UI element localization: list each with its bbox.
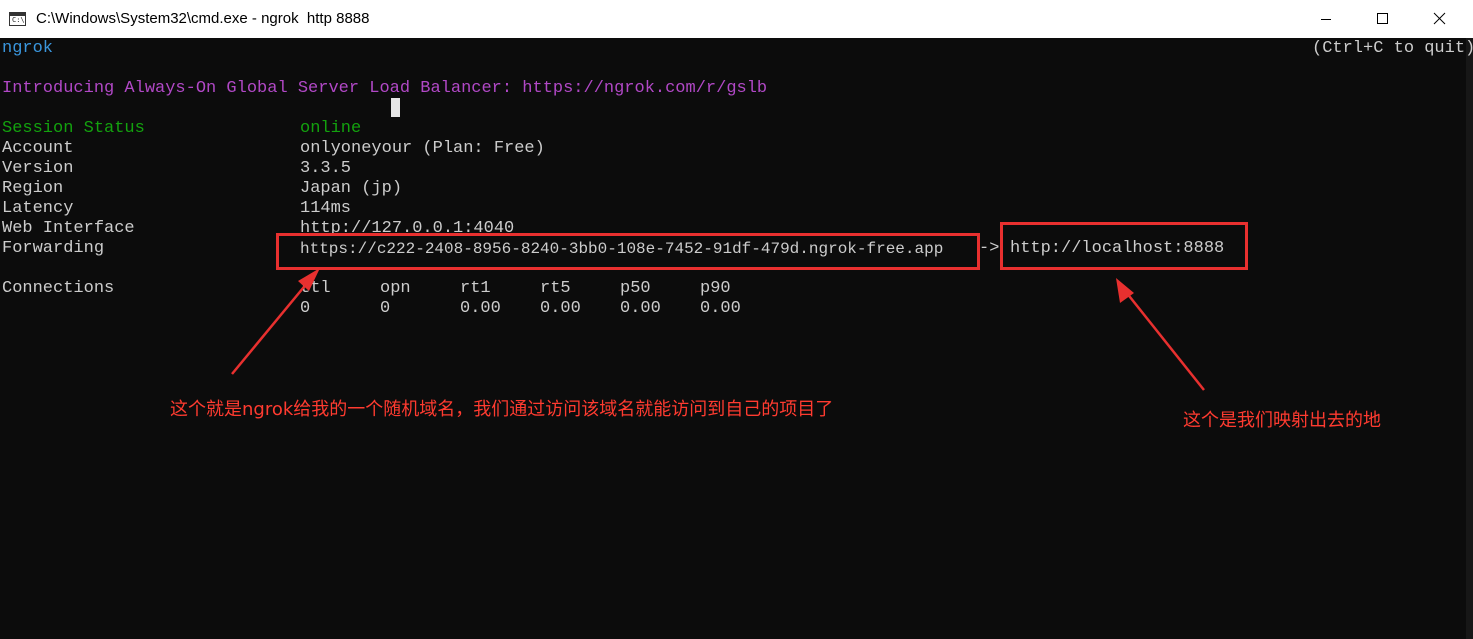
left-annotation-note: 这个就是ngrok给我的一个随机域名，我们通过访问该域名就能访问到自己的项目了 xyxy=(170,399,834,420)
left-arrow-icon xyxy=(231,268,320,375)
right-arrow-icon xyxy=(1116,278,1205,391)
annotation-arrows xyxy=(231,268,1205,391)
right-annotation-note: 这个是我们映射出去的地 xyxy=(1183,410,1381,431)
